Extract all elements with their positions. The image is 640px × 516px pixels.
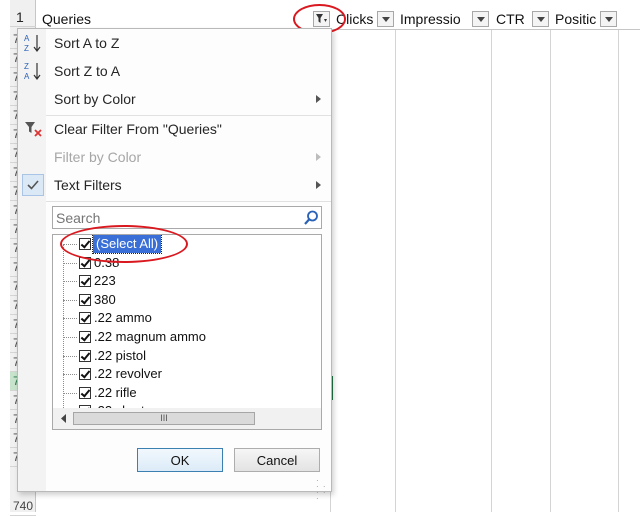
ok-button[interactable]: OK bbox=[137, 448, 223, 472]
list-item-label: .22 ammo bbox=[94, 310, 152, 326]
list-item[interactable]: .22 pistol bbox=[53, 347, 298, 366]
menu-item-clear-filter[interactable]: Clear Filter From "Queries" bbox=[18, 115, 331, 143]
checkbox[interactable] bbox=[79, 312, 91, 325]
checkbox[interactable] bbox=[79, 368, 91, 381]
cancel-button[interactable]: Cancel bbox=[234, 448, 320, 472]
tree-connector bbox=[63, 392, 77, 394]
gridline bbox=[395, 8, 396, 512]
chevron-right-icon bbox=[316, 181, 321, 189]
checkbox[interactable] bbox=[79, 349, 91, 362]
gridline bbox=[550, 8, 551, 512]
chevron-down-icon bbox=[604, 16, 613, 22]
scroll-right-button[interactable] bbox=[315, 410, 321, 427]
header-cell-position[interactable]: Positic bbox=[551, 8, 598, 30]
svg-text:Z: Z bbox=[24, 62, 29, 71]
filter-dropdown-ctr[interactable] bbox=[532, 11, 549, 27]
search-input[interactable] bbox=[52, 206, 322, 229]
svg-text:Z: Z bbox=[24, 44, 29, 53]
filter-dropdown-clicks[interactable] bbox=[377, 11, 394, 27]
filter-dropdown-menu: A Z Sort A to Z Z A Sort Z to A Sort by … bbox=[17, 28, 332, 503]
menu-item-label: Filter by Color bbox=[54, 149, 142, 165]
menu-item-label: Sort by Color bbox=[54, 91, 136, 107]
filter-dropdown-position[interactable] bbox=[600, 11, 617, 27]
checkbox[interactable] bbox=[79, 386, 91, 399]
list-item[interactable]: 380 bbox=[53, 291, 298, 310]
gridline bbox=[491, 8, 492, 512]
list-item-label: 380 bbox=[94, 291, 116, 307]
tree-connector bbox=[63, 318, 77, 320]
list-item-label: .22 revolver bbox=[94, 366, 162, 382]
horizontal-scrollbar[interactable]: III bbox=[53, 408, 321, 429]
chevron-down-icon bbox=[381, 16, 390, 22]
row-number[interactable]: 740 bbox=[10, 497, 36, 516]
chevron-left-icon bbox=[60, 414, 66, 423]
chevron-down-icon bbox=[536, 16, 545, 22]
list-item-label: .22 rifle bbox=[94, 384, 137, 400]
menu-item-text-filters[interactable]: Text Filters bbox=[18, 171, 331, 199]
sort-a-z-icon: A Z bbox=[22, 32, 44, 54]
chevron-right-icon bbox=[316, 95, 321, 103]
menu-item-sort-by-color[interactable]: Sort by Color bbox=[18, 85, 331, 113]
row-number[interactable]: 1 bbox=[10, 8, 36, 27]
menu-item-filter-by-color: Filter by Color bbox=[18, 143, 331, 171]
checkbox[interactable] bbox=[79, 275, 91, 288]
list-item[interactable]: .22 ammo bbox=[53, 309, 298, 328]
list-item-label: .22 pistol bbox=[94, 347, 147, 363]
checkbox[interactable] bbox=[79, 331, 91, 343]
scroll-left-button[interactable] bbox=[55, 410, 72, 427]
tree-connector bbox=[63, 374, 77, 376]
resize-grip-icon[interactable]: · · · · · · bbox=[316, 477, 331, 503]
list-item[interactable]: .22 magnum ammo bbox=[53, 328, 298, 347]
tree-connector bbox=[63, 262, 77, 264]
checkbox[interactable] bbox=[79, 293, 91, 306]
chevron-right-icon bbox=[316, 153, 321, 161]
list-item[interactable]: 223 bbox=[53, 272, 298, 291]
tree-connector bbox=[63, 281, 77, 283]
horizontal-scroll-thumb[interactable]: III bbox=[73, 412, 255, 425]
list-item[interactable]: .22 revolver bbox=[53, 365, 298, 384]
checkmark-icon bbox=[22, 174, 44, 196]
filter-dropdown-impressions[interactable] bbox=[472, 11, 489, 27]
menu-item-label: Sort A to Z bbox=[54, 35, 120, 51]
clear-filter-icon bbox=[22, 118, 44, 140]
sort-z-a-icon: Z A bbox=[22, 60, 44, 82]
list-item-label: 223 bbox=[94, 273, 116, 289]
menu-item-sort-a-z[interactable]: A Z Sort A to Z bbox=[18, 29, 331, 57]
list-item[interactable]: .22 rifle bbox=[53, 384, 298, 403]
menu-separator bbox=[46, 201, 331, 202]
menu-item-label: Sort Z to A bbox=[54, 63, 121, 79]
svg-text:A: A bbox=[24, 72, 30, 81]
svg-text:A: A bbox=[24, 34, 30, 43]
annotation-circle-select-all bbox=[60, 225, 188, 263]
search-icon[interactable] bbox=[302, 209, 320, 227]
chevron-right-icon bbox=[320, 414, 321, 423]
tree-connector bbox=[63, 299, 77, 301]
tree-connector bbox=[63, 355, 77, 357]
header-cell-ctr[interactable]: CTR bbox=[492, 8, 532, 30]
tree-connector bbox=[63, 337, 77, 338]
header-cell-queries[interactable]: Queries bbox=[38, 8, 288, 30]
chevron-down-icon bbox=[476, 16, 485, 22]
menu-item-sort-z-a[interactable]: Z A Sort Z to A bbox=[18, 57, 331, 85]
header-cell-impressions[interactable]: Impressio bbox=[396, 8, 470, 30]
menu-item-label: Clear Filter From "Queries" bbox=[54, 121, 222, 137]
gridline bbox=[618, 8, 619, 512]
list-item-label: .22 magnum ammo bbox=[94, 329, 206, 344]
menu-item-label: Text Filters bbox=[54, 177, 122, 193]
filter-values-list[interactable]: (Select All) 0.38 223 380.22 ammo .22 magnum… bbox=[52, 234, 322, 430]
